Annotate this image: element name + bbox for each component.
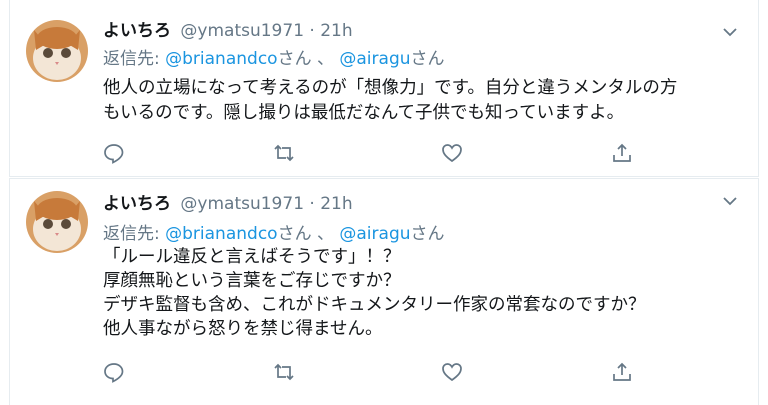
tweet-actions — [103, 142, 643, 166]
honorific: さん — [277, 224, 312, 244]
tweet-line: 「ルール違反と言えばそうです」！？ — [103, 247, 401, 267]
reply-context: 返信先: @brianandcoさん 、 @airaguさん — [103, 219, 445, 244]
reply-prefix: 返信先: — [103, 224, 160, 244]
mention-link[interactable]: @brianandco — [165, 49, 277, 69]
author-name[interactable]: よいちろ — [103, 194, 171, 214]
mention-link[interactable]: @airagu — [339, 49, 410, 69]
separator: · — [309, 21, 315, 41]
chevron-down-icon[interactable] — [722, 193, 738, 209]
tweet[interactable]: よいちろ @ymatsu1971 · 21h 返信先: @brianandcoさ… — [9, 178, 759, 405]
separator: · — [309, 194, 315, 214]
tweet-line: 厚顔無恥という言葉をご存じですか？ — [103, 271, 401, 291]
reply-icon[interactable] — [103, 142, 125, 164]
timeline: よいちろ @ymatsu1971 · 21h 返信先: @brianandcoさ… — [0, 0, 768, 405]
author-handle[interactable]: @ymatsu1971 — [180, 21, 304, 41]
share-icon[interactable] — [611, 142, 633, 164]
reply-context: 返信先: @brianandcoさん 、 @airaguさん — [103, 44, 445, 69]
like-icon[interactable] — [441, 361, 463, 383]
tweet-header: よいちろ @ymatsu1971 · 21h — [103, 189, 353, 214]
mention-separator: 、 — [316, 224, 334, 244]
honorific: さん — [410, 49, 445, 69]
tweet-line: デザキ監督も含め、これがドキュメンタリー作家の常套なのですか？ — [103, 295, 646, 315]
chevron-down-icon[interactable] — [722, 24, 738, 40]
avatar[interactable] — [26, 20, 88, 82]
retweet-icon[interactable] — [273, 142, 295, 164]
tweet-header: よいちろ @ymatsu1971 · 21h — [103, 16, 353, 41]
timestamp[interactable]: 21h — [320, 21, 352, 41]
reply-icon[interactable] — [103, 361, 125, 383]
mention-link[interactable]: @brianandco — [165, 224, 277, 244]
tweet-text: 「ルール違反と言えばそうです」！？ 厚顔無恥という言葉をご存じですか？ デザキ監… — [103, 245, 646, 341]
share-icon[interactable] — [611, 361, 633, 383]
reply-prefix: 返信先: — [103, 49, 160, 69]
author-handle[interactable]: @ymatsu1971 — [180, 194, 304, 214]
retweet-icon[interactable] — [273, 361, 295, 383]
avatar[interactable] — [26, 191, 88, 253]
tweet-line: もいるのです。隠し撮りは最低だなんて子供でも知っていますよ。 — [103, 103, 625, 123]
tweet-line: 他人の立場になって考えるのが「想像力」です。自分と違うメンタルの方 — [103, 78, 678, 98]
honorific: さん — [277, 49, 312, 69]
mention-separator: 、 — [316, 49, 334, 69]
tweet[interactable]: よいちろ @ymatsu1971 · 21h 返信先: @brianandcoさ… — [9, 0, 759, 177]
mention-link[interactable]: @airagu — [339, 224, 410, 244]
tweet-actions — [103, 361, 643, 385]
like-icon[interactable] — [441, 142, 463, 164]
timestamp[interactable]: 21h — [320, 194, 352, 214]
tweet-text: 他人の立場になって考えるのが「想像力」です。自分と違うメンタルの方 もいるのです… — [103, 76, 677, 126]
honorific: さん — [410, 224, 445, 244]
author-name[interactable]: よいちろ — [103, 21, 171, 41]
tweet-line: 他人事ながら怒りを禁じ得ません。 — [103, 319, 383, 339]
